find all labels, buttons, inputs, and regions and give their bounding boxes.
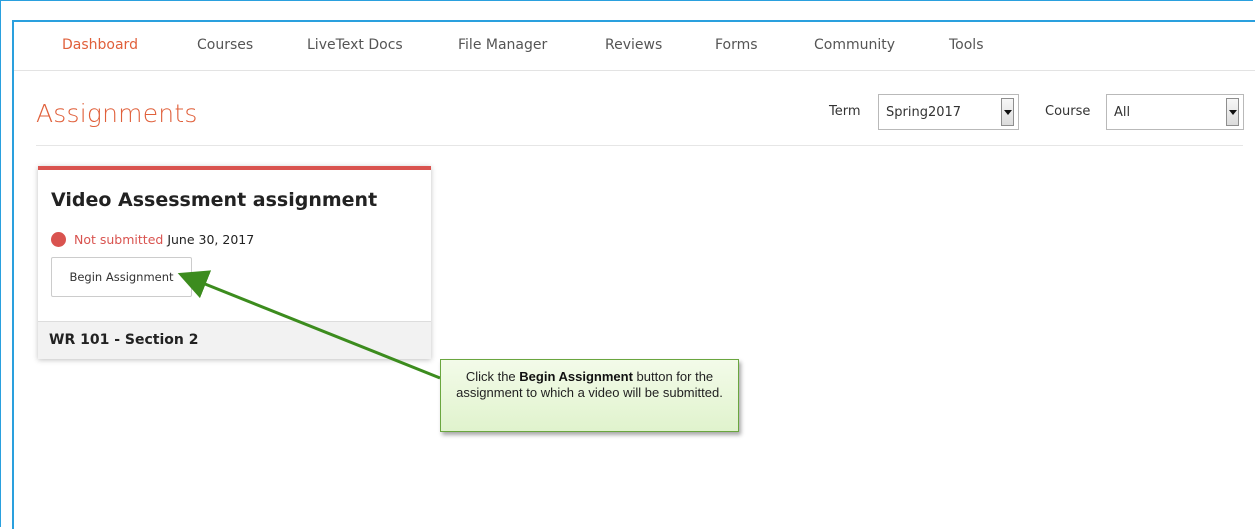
nav-reviews[interactable]: Reviews (605, 37, 662, 53)
course-select[interactable]: All (1106, 94, 1244, 130)
page-title: Assignments (36, 99, 198, 128)
chevron-down-icon[interactable] (1001, 98, 1014, 126)
callout-text-before: Click the (465, 369, 520, 384)
term-label: Term (829, 104, 861, 119)
nav-community[interactable]: Community (814, 37, 895, 53)
course-section: WR 101 - Section 2 (49, 332, 199, 348)
assignment-title[interactable]: Video Assessment assignment (51, 189, 377, 211)
nav-file-manager[interactable]: File Manager (458, 37, 547, 53)
left-border (12, 20, 14, 529)
chevron-down-icon[interactable] (1226, 98, 1239, 126)
status-dot-icon (51, 232, 66, 247)
due-date: June 30, 2017 (167, 232, 255, 247)
nav-livetext-docs[interactable]: LiveText Docs (307, 37, 403, 53)
term-select[interactable]: Spring2017 (878, 94, 1019, 130)
nav-tools[interactable]: Tools (949, 37, 984, 53)
assignment-card: Video Assessment assignment Not submitte… (38, 166, 431, 359)
main-nav: Dashboard Courses LiveText Docs File Man… (14, 22, 1255, 71)
status-badge: Not submitted (74, 232, 164, 247)
begin-assignment-button[interactable]: Begin Assignment (51, 257, 192, 297)
nav-forms[interactable]: Forms (715, 37, 758, 53)
nav-courses[interactable]: Courses (197, 37, 253, 53)
header-divider (36, 145, 1243, 146)
course-label: Course (1045, 104, 1091, 119)
term-select-value: Spring2017 (886, 105, 962, 120)
callout-bold-text: Begin Assignment (519, 369, 633, 384)
course-select-value: All (1114, 105, 1131, 120)
instruction-callout: Click the Begin Assignment button for th… (440, 359, 739, 432)
nav-dashboard[interactable]: Dashboard (62, 37, 138, 53)
status-line: Not submitted June 30, 2017 (74, 232, 254, 247)
card-footer: WR 101 - Section 2 (38, 321, 431, 359)
